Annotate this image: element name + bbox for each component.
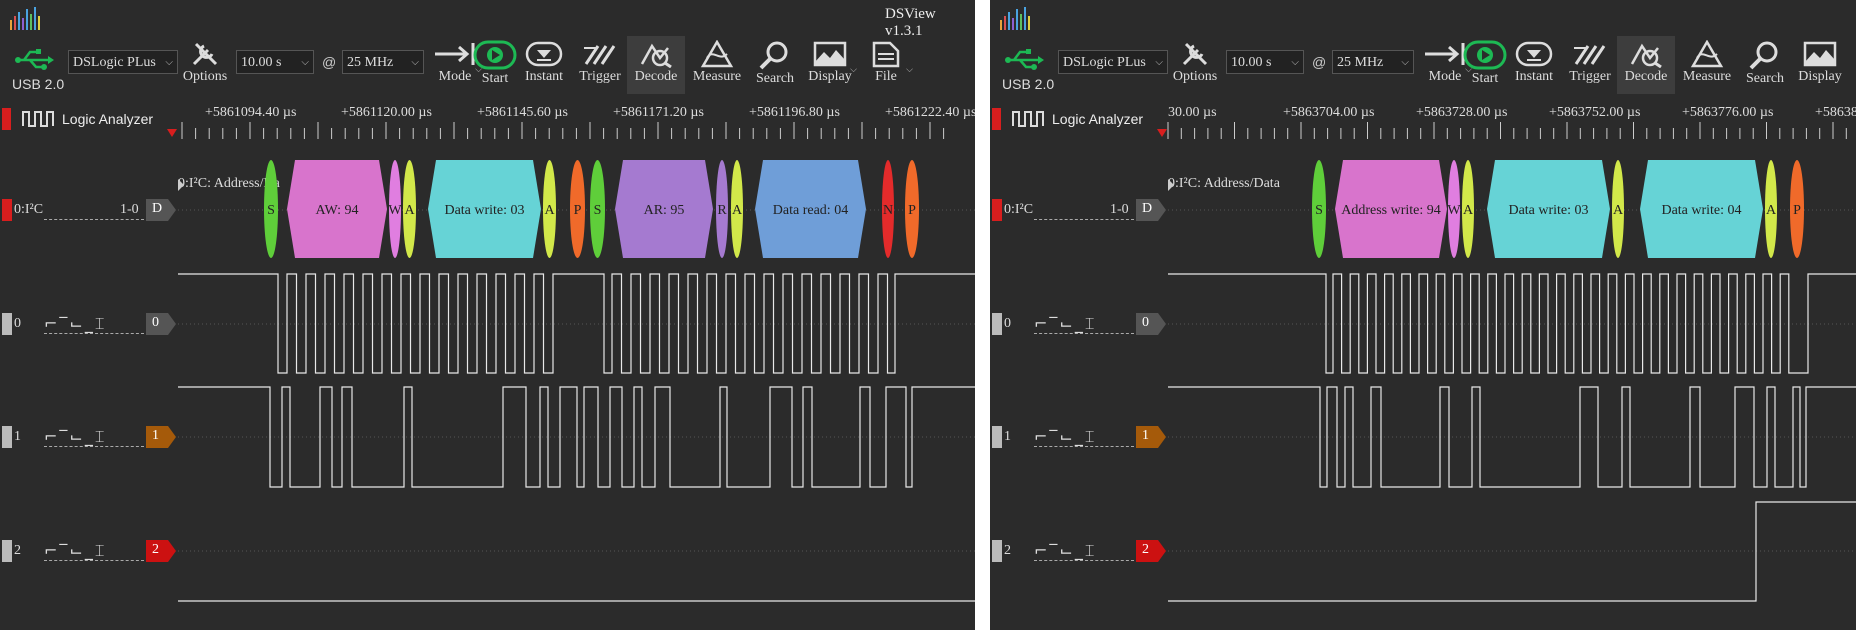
annotation-address-write-label: AW: 94: [315, 203, 358, 218]
annotation-stop-label: P: [908, 203, 916, 218]
annotation-data-read-label: Data read: 04: [773, 203, 848, 218]
annotation-stop-label: P: [1793, 203, 1801, 218]
annotation-write-bit-label: W: [388, 203, 402, 218]
dsview-window-right: USB 2.0 DSLogic PLus ⌵ Options 10.00 s ⌵ @…: [990, 0, 1856, 630]
waveform-area[interactable]: S Address write: 94 W A Data write: 03 A Data …: [990, 0, 1856, 630]
waveform-ch0: [178, 273, 975, 374]
annotation-ack-label: A: [544, 203, 555, 218]
annotation-ack-label: A: [1766, 203, 1777, 218]
annotation-write-bit-label: W: [1447, 203, 1461, 218]
trigger-marker-icon: [1157, 129, 1167, 137]
waveform-ch1: [178, 386, 975, 488]
annotation-start-label: S: [594, 203, 602, 218]
collapse-icon: [1168, 179, 1174, 191]
annotation-address-write-label: Address write: 94: [1341, 203, 1441, 218]
annotation-nack-label: N: [883, 203, 893, 218]
collapse-icon: [178, 179, 184, 191]
trigger-marker-icon: [167, 129, 177, 137]
annotation-ack-label: A: [1463, 203, 1474, 218]
annotation-address-read-label: AR: 95: [644, 203, 685, 218]
annotation-ack-label: A: [404, 203, 415, 218]
annotation-data-write-label: Data write: 04: [1661, 203, 1741, 218]
waveform-area[interactable]: S AW: 94 W A Data write: 03 A P S AR: 95 R A Data r…: [0, 0, 975, 630]
annotation-ack-label: A: [732, 203, 743, 218]
annotation-stop-label: P: [574, 203, 582, 218]
annotation-start-label: S: [1315, 203, 1323, 218]
dsview-window-left: DSView v1.3.1 USB 2.0 DSLogic PLus ⌵ Opti…: [0, 0, 975, 630]
annotation-start-label: S: [267, 203, 275, 218]
annotation-data-write-label: Data write: 03: [1508, 203, 1588, 218]
annotation-ack-label: A: [1613, 203, 1624, 218]
annotation-data-write-label: Data write: 03: [444, 203, 524, 218]
annotation-read-bit-label: R: [717, 203, 727, 218]
